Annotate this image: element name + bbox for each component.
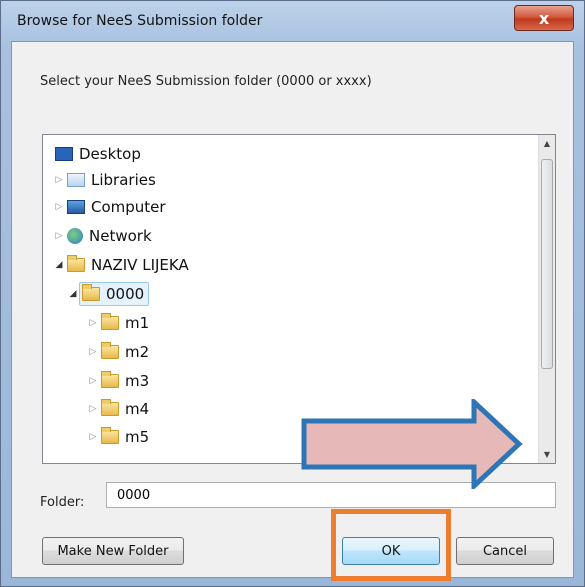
tree-item-label: Desktop	[79, 145, 141, 163]
tree-item-label: Computer	[91, 198, 166, 216]
expand-arrow-icon[interactable]: ▷	[53, 202, 65, 212]
tree-item-label: m5	[125, 428, 150, 446]
folder-icon	[67, 255, 85, 272]
expand-arrow-icon[interactable]: ▷	[87, 376, 99, 386]
dialog-client-area: Select your NeeS Submission folder (0000…	[11, 41, 574, 578]
tree-item-m5[interactable]: ▷ m5	[87, 426, 149, 448]
expand-arrow-icon[interactable]: ▷	[87, 318, 99, 328]
close-button[interactable]: x	[514, 5, 574, 31]
scroll-down-icon[interactable]: ▼	[539, 446, 555, 463]
tree-item-m2[interactable]: ▷ m2	[87, 341, 149, 363]
tree-item-0000[interactable]: ◢ 0000	[67, 282, 150, 306]
desktop-icon	[55, 147, 73, 161]
folder-icon	[101, 371, 119, 388]
expand-arrow-icon[interactable]: ▷	[87, 432, 99, 442]
title-bar[interactable]: Browse for NeeS Submission folder x	[1, 1, 584, 41]
tree-item-computer[interactable]: ▷ Computer	[53, 196, 166, 218]
expand-arrow-icon[interactable]: ▷	[53, 231, 65, 241]
expand-arrow-icon[interactable]: ▷	[53, 175, 65, 185]
folder-icon	[101, 342, 119, 359]
ok-highlight-box	[331, 509, 451, 581]
collapse-arrow-icon[interactable]: ◢	[53, 260, 65, 270]
tree-item-m3[interactable]: ▷ m3	[87, 370, 149, 392]
expand-arrow-icon[interactable]: ▷	[87, 404, 99, 414]
libraries-icon	[67, 173, 85, 187]
tree-item-naziv-lijeka[interactable]: ◢ NAZIV LIJEKA	[53, 254, 189, 276]
cancel-button[interactable]: Cancel	[456, 537, 554, 565]
scroll-thumb[interactable]	[541, 159, 553, 369]
network-icon	[67, 228, 83, 244]
tree-item-label: NAZIV LIJEKA	[91, 256, 189, 274]
make-new-folder-button[interactable]: Make New Folder	[42, 537, 184, 565]
selected-highlight: 0000	[79, 282, 150, 306]
scroll-up-icon[interactable]: ▲	[539, 135, 555, 152]
folder-icon	[101, 399, 119, 416]
browse-folder-dialog: Browse for NeeS Submission folder x Sele…	[0, 0, 585, 587]
vertical-scrollbar[interactable]: ▲ ▼	[538, 135, 555, 463]
tree-item-label: m2	[125, 343, 150, 361]
folder-icon	[101, 313, 119, 330]
tree-item-label: Libraries	[91, 171, 156, 189]
pointer-arrow-icon	[301, 399, 523, 489]
computer-icon	[67, 200, 85, 214]
tree-item-m1[interactable]: ▷ m1	[87, 312, 149, 334]
tree-item-network[interactable]: ▷ Network	[53, 225, 152, 247]
tree-item-label: 0000	[106, 285, 145, 303]
close-icon: x	[538, 8, 550, 28]
tree-item-label: m4	[125, 400, 150, 418]
window-title: Browse for NeeS Submission folder	[17, 13, 263, 29]
tree-item-desktop[interactable]: Desktop	[53, 143, 141, 165]
arrow-shape	[301, 399, 523, 489]
tree-item-label: Network	[89, 227, 152, 245]
expand-arrow-icon[interactable]: ▷	[87, 347, 99, 357]
folder-label: Folder:	[40, 495, 85, 510]
folder-icon	[82, 284, 100, 301]
tree-item-m4[interactable]: ▷ m4	[87, 398, 149, 420]
tree-item-label: m1	[125, 314, 150, 332]
tree-item-label: m3	[125, 372, 150, 390]
folder-icon	[101, 427, 119, 444]
tree-item-libraries[interactable]: ▷ Libraries	[53, 169, 156, 191]
instruction-text: Select your NeeS Submission folder (0000…	[40, 74, 372, 89]
collapse-arrow-icon[interactable]: ◢	[67, 289, 79, 299]
